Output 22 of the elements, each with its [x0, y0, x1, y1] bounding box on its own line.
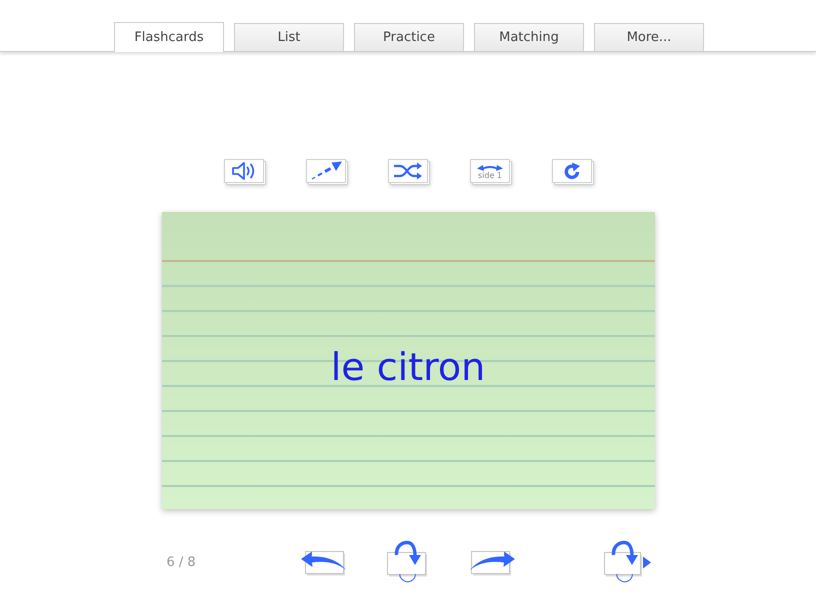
- tab[interactable]: Matching: [474, 23, 584, 51]
- card-counter: 6 / 8: [166, 554, 196, 570]
- double-arrow-icon: [477, 163, 503, 171]
- flip-button[interactable]: [384, 540, 429, 584]
- dashed-arrow-icon: [309, 161, 343, 181]
- card-flip-arrow-icon: [384, 540, 429, 584]
- tab[interactable]: List: [234, 23, 344, 51]
- shuffle-button[interactable]: [388, 159, 428, 183]
- tab[interactable]: More...: [594, 23, 704, 51]
- tab[interactable]: Practice: [354, 23, 464, 51]
- restart-button[interactable]: [552, 159, 592, 183]
- shuffle-icon: [393, 161, 423, 181]
- hint-button[interactable]: [306, 159, 346, 183]
- audio-button[interactable]: [224, 159, 264, 183]
- circular-arrow-icon: [563, 162, 581, 180]
- speaker-icon: [231, 161, 257, 181]
- flashcard[interactable]: le citron: [162, 212, 654, 509]
- card-flip-forward-arrow-icon: [602, 540, 652, 584]
- flip-next-button[interactable]: [602, 540, 652, 584]
- card-text: le citron: [330, 344, 486, 390]
- side-toggle-button[interactable]: side 1: [470, 159, 510, 183]
- tab[interactable]: Flashcards: [114, 22, 224, 52]
